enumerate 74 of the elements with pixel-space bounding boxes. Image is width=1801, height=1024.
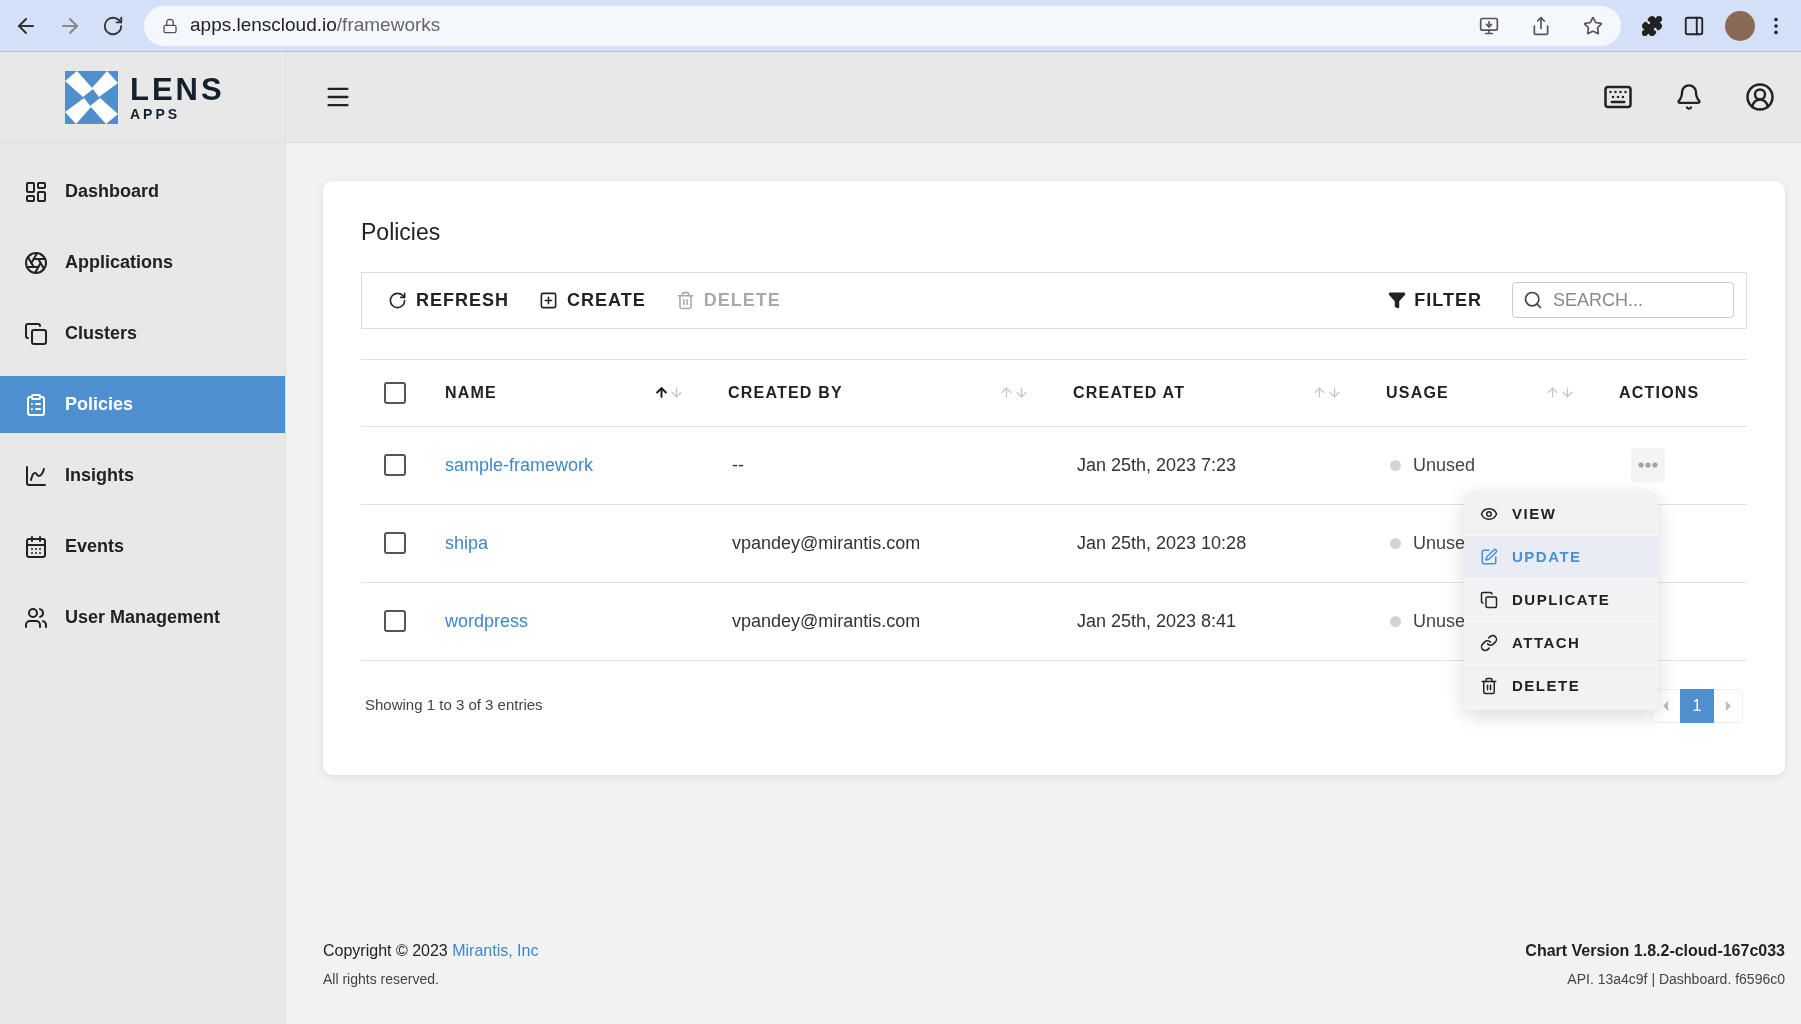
logo-subtitle: APPS [130,106,182,121]
sidebar-item[interactable]: Events [0,518,285,575]
extensions-icon[interactable] [1641,14,1663,37]
calendar-icon [24,534,48,559]
link-icon [1480,634,1498,652]
url-text: apps.lenscloud.io/frameworks [190,13,442,38]
table-cell: vpandey@mirantis.com [732,532,921,553]
column-header: USAGE [1386,382,1450,403]
eye-icon [1480,505,1498,523]
sidebar-item[interactable]: Clusters [0,305,285,362]
filter-button[interactable]: FILTER [1388,286,1482,314]
column-header: ACTIONS [1619,382,1701,403]
sidebar-item[interactable]: Applications [0,234,285,291]
checkbox[interactable] [384,610,406,632]
checkbox[interactable] [384,532,406,554]
table-cell: Jan 25th, 2023 8:41 [1077,610,1237,631]
chart-icon [24,463,48,488]
rights-text: All rights reserved. [323,970,440,989]
column-header: NAME [445,382,498,403]
aperture-icon [24,250,48,275]
search-field[interactable]: SEARCH... [1512,282,1734,318]
column-header: CREATED AT [1073,382,1187,403]
ellipsis-icon [1638,462,1658,468]
column-header: CREATED BY [728,382,844,403]
policy-link[interactable]: sample-framework [445,454,594,475]
side-panel-icon[interactable] [1683,14,1705,37]
users-icon [24,605,48,630]
sort-icon[interactable] [654,385,684,400]
logo-icon [65,70,118,124]
policy-link[interactable]: wordpress [445,610,529,631]
table-cell: Jan 25th, 2023 10:28 [1077,532,1247,553]
toolbar-button[interactable]: CREATE [539,286,646,314]
filter-icon [1388,291,1407,309]
table-cell-text: Unuse [1413,531,1466,555]
account-icon[interactable] [1745,82,1775,112]
trash-icon [1480,677,1498,695]
checkbox[interactable] [384,381,406,404]
search-icon [1523,290,1543,310]
policy-link[interactable]: shipa [445,532,489,553]
plus-icon [539,290,558,310]
copyright-text: Copyright © 2023 Mirantis, Inc [323,941,539,961]
table-cell: Jan 25th, 2023 7:23 [1077,454,1237,475]
copy-icon [24,321,48,346]
trash-icon [675,290,695,310]
lock-icon [162,17,178,34]
refresh-icon [388,290,407,310]
entries-summary: Showing 1 to 3 of 3 entries [364,695,544,716]
avatar[interactable] [1725,10,1755,41]
sidebar-item[interactable]: Insights [0,447,285,504]
star-icon[interactable] [1583,15,1603,36]
sidebar-item[interactable]: User Management [0,589,285,646]
dashboard-icon [24,179,48,204]
toolbar-button[interactable]: REFRESH [388,286,509,314]
menu-item[interactable]: ATTACH [1464,622,1658,665]
sidebar-item[interactable]: Dashboard [0,163,285,220]
menu-item[interactable]: DUPLICATE [1464,579,1658,622]
install-icon[interactable] [1479,15,1499,36]
clipboard-icon [24,392,48,417]
notification-icon[interactable] [1675,83,1703,111]
copy-icon [1480,591,1498,609]
address-bar[interactable]: apps.lenscloud.io/frameworks [144,5,1621,46]
checkbox[interactable] [384,454,406,476]
table-cell: vpandey@mirantis.com [732,610,921,631]
table-cell-text: Unused [1413,453,1476,477]
build-info: API. 13a4c9f | Dashboard. f6596c0 [1567,970,1785,989]
chart-version: Chart Version 1.8.2-cloud-167c033 [1525,941,1785,961]
table-cell: -- [732,454,744,475]
edit-icon [1480,548,1498,566]
share-icon[interactable] [1531,15,1551,36]
menu-item[interactable]: DELETE [1464,665,1658,708]
table-cell-text: Unuse [1413,609,1466,633]
page-title: Policies [361,218,442,247]
reload-icon[interactable] [102,14,124,37]
logo-title: LENS [130,73,225,105]
